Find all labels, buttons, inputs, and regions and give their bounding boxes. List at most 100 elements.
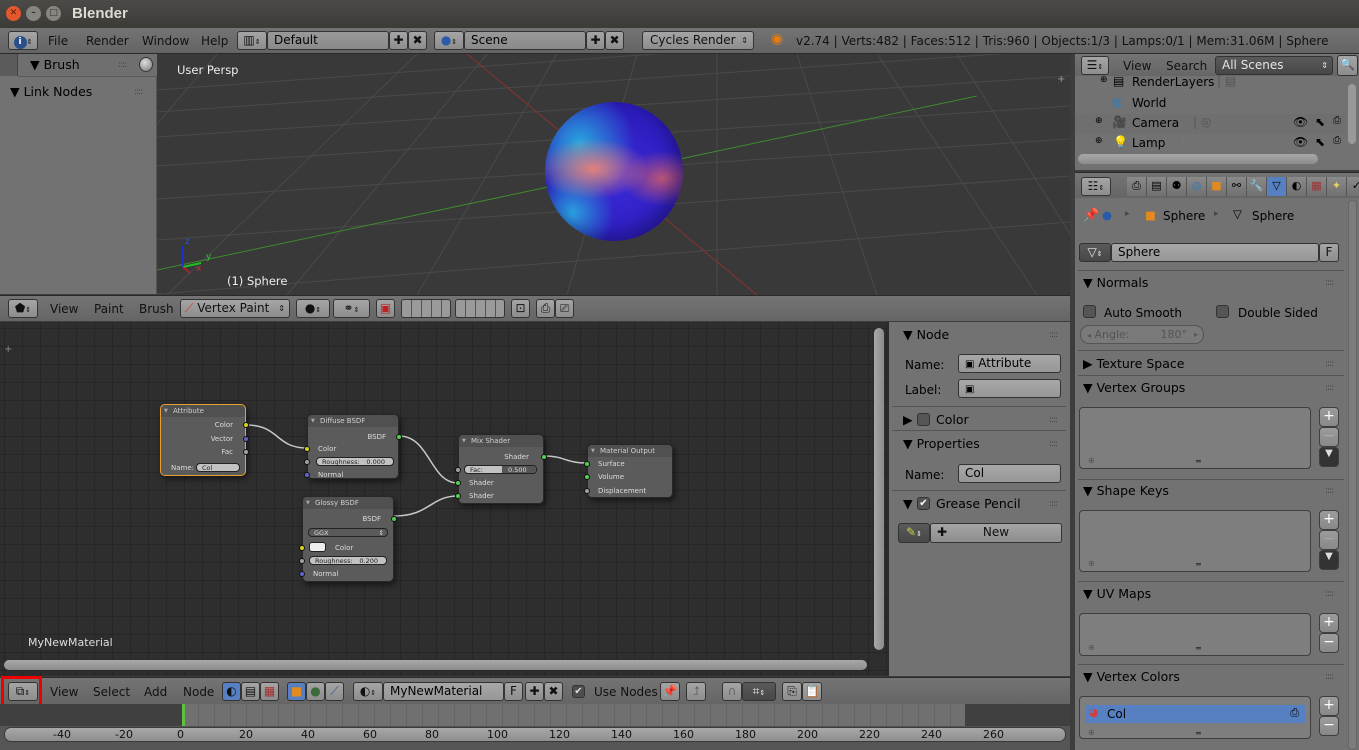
- color-output-socket[interactable]: [243, 422, 249, 428]
- uv-maps-panel-header[interactable]: ▼ UV Maps: [1083, 586, 1151, 601]
- selectable-cursor-icon[interactable]: ⬉: [1315, 135, 1325, 149]
- tab-modifiers[interactable]: 🔧: [1247, 177, 1267, 196]
- vertex-groups-panel-header[interactable]: ▼ Vertex Groups: [1083, 380, 1185, 395]
- compositing-tree-button[interactable]: ▤: [241, 682, 260, 701]
- expand-icon[interactable]: ⊕: [1095, 136, 1103, 146]
- snap-element-dropdown[interactable]: ⌗⇕: [742, 682, 776, 701]
- panel-grip-icon[interactable]: ::::: [1049, 415, 1058, 425]
- fac-field[interactable]: Fac: 0.500: [464, 465, 537, 474]
- list-resize-handle[interactable]: ═: [1196, 457, 1201, 466]
- panel-grip-icon[interactable]: ::::: [1325, 359, 1334, 369]
- screen-layout-field[interactable]: Default: [267, 31, 389, 50]
- fake-user-button[interactable]: F: [504, 682, 523, 701]
- grease-pencil-panel-header[interactable]: ▼: [903, 496, 913, 511]
- color-input-socket[interactable]: [304, 446, 310, 452]
- add-uv-map-button[interactable]: +: [1319, 613, 1339, 633]
- attribute-node[interactable]: Attribute Color Vector Fac Name: Col: [160, 404, 249, 476]
- roughness-field[interactable]: Roughness: 0.200: [309, 556, 387, 565]
- menu-add[interactable]: Add: [144, 685, 167, 699]
- auto-smooth-checkbox[interactable]: [1083, 305, 1096, 318]
- remove-uv-map-button[interactable]: −: [1319, 633, 1339, 653]
- material-name-field[interactable]: MyNewMaterial: [383, 682, 504, 701]
- use-nodes-checkbox[interactable]: ✔: [572, 685, 585, 698]
- fac-input-socket[interactable]: [455, 467, 461, 473]
- add-shape-key-button[interactable]: +: [1319, 510, 1339, 530]
- delete-screen-button[interactable]: ✖: [408, 31, 427, 50]
- normal-input-socket[interactable]: [299, 571, 305, 577]
- menu-select[interactable]: Select: [93, 685, 130, 699]
- vertex-colors-list[interactable]: ◕ Col ⎙ ⊕ ═: [1079, 696, 1311, 739]
- panel-grip-icon[interactable]: ::::: [134, 87, 143, 97]
- scene-field[interactable]: Scene: [464, 31, 586, 50]
- parent-node-tree-button[interactable]: ⮥: [686, 682, 706, 701]
- panel-grip-icon[interactable]: ::::: [1325, 589, 1334, 599]
- node-panel-header[interactable]: ▼ Node: [903, 327, 949, 342]
- outliner-item[interactable]: ◍ World: [1075, 94, 1345, 114]
- roughness-field[interactable]: Roughness: 0.000: [316, 457, 394, 466]
- copy-nodes-button[interactable]: ⎘: [782, 682, 802, 701]
- renderable-camera-icon[interactable]: ⎙: [1333, 135, 1341, 146]
- list-resize-handle[interactable]: ═: [1196, 560, 1201, 569]
- shader-input-socket-2[interactable]: [455, 493, 461, 499]
- fac-output-socket[interactable]: [243, 449, 249, 455]
- snap-toggle[interactable]: ∩: [722, 682, 742, 701]
- menu-file[interactable]: File: [48, 34, 68, 48]
- list-filter-icon[interactable]: ⊕: [1088, 643, 1095, 652]
- texture-tree-button[interactable]: ▦: [260, 682, 279, 701]
- menu-view[interactable]: View: [50, 302, 78, 316]
- shader-output-socket[interactable]: [541, 454, 547, 460]
- color-panel-checkbox[interactable]: [917, 413, 930, 426]
- material-output-node[interactable]: Material Output Surface Volume Displacem…: [584, 444, 673, 498]
- panel-grip-icon[interactable]: ::::: [1325, 383, 1334, 393]
- list-resize-handle[interactable]: ═: [1196, 644, 1201, 653]
- active-render-camera-icon[interactable]: ⎙: [1290, 706, 1299, 720]
- layer-buttons-1[interactable]: [401, 299, 451, 318]
- texture-space-panel-header[interactable]: ▶ Texture Space: [1083, 356, 1184, 371]
- visibility-eye-icon[interactable]: 👁: [1293, 135, 1308, 149]
- renderable-camera-icon[interactable]: ⎙: [1333, 115, 1341, 126]
- attribute-name-field[interactable]: Col: [958, 464, 1061, 483]
- diffuse-node-header[interactable]: Diffuse BSDF: [308, 415, 398, 427]
- tab-render-layers[interactable]: ▤: [1147, 177, 1167, 196]
- brush-panel-header[interactable]: ▼ Brush: [30, 57, 80, 72]
- roughness-input-socket[interactable]: [299, 558, 305, 564]
- horizontal-scrollbar[interactable]: [4, 660, 867, 670]
- close-window-button[interactable]: ✕: [6, 6, 21, 21]
- tab-constraints[interactable]: ⚯: [1227, 177, 1247, 196]
- visibility-eye-icon[interactable]: 👁: [1293, 115, 1308, 129]
- selectable-cursor-icon[interactable]: ⬉: [1315, 115, 1325, 129]
- properties-panel-header[interactable]: ▼ Properties: [903, 436, 980, 451]
- add-screen-button[interactable]: ✚: [389, 31, 408, 50]
- menu-help[interactable]: Help: [201, 34, 228, 48]
- editor-type-button[interactable]: ☷⇕: [1081, 177, 1111, 196]
- displacement-input-socket[interactable]: [584, 488, 590, 494]
- menu-window[interactable]: Window: [142, 34, 189, 48]
- panel-grip-icon[interactable]: ::::: [1049, 330, 1058, 340]
- tab-material[interactable]: ◐: [1287, 177, 1307, 196]
- grease-pencil-checkbox[interactable]: ✔: [917, 497, 930, 510]
- shape-key-specials-button[interactable]: ▼: [1319, 550, 1339, 570]
- add-vertex-group-button[interactable]: +: [1319, 407, 1339, 427]
- remove-vertex-group-button[interactable]: −: [1319, 427, 1339, 447]
- paste-nodes-button[interactable]: 📋: [802, 682, 822, 701]
- screen-layout-selector[interactable]: ▥⇕: [237, 31, 267, 50]
- lock-layers-button[interactable]: ⊡: [511, 299, 530, 318]
- distribution-dropdown[interactable]: GGX ⇕: [308, 528, 388, 537]
- vector-output-socket[interactable]: [243, 436, 249, 442]
- timeline[interactable]: -40 -20 0 20 40 60 80 100 120 140 160 180 200 220 240 2…: [0, 704, 1070, 750]
- normal-input-socket[interactable]: [304, 472, 310, 478]
- shape-keys-list[interactable]: ⊕ ═: [1079, 510, 1311, 572]
- 3d-viewport[interactable]: User Persp (1) Sphere z y x +: [157, 54, 1070, 295]
- new-grease-pencil-button[interactable]: ✚ New: [930, 523, 1062, 543]
- mix-shader-node[interactable]: Mix Shader Shader Fac:0.500 Shader Shade…: [455, 434, 547, 504]
- output-node-header[interactable]: Material Output: [588, 445, 672, 457]
- mesh-name-field[interactable]: Sphere: [1111, 243, 1319, 262]
- uv-maps-list[interactable]: ⊕ ═: [1079, 613, 1311, 656]
- brush-preview-icon[interactable]: [139, 57, 153, 72]
- outliner-horizontal-scrollbar[interactable]: [1078, 154, 1318, 164]
- vertex-groups-list[interactable]: ⊕ ═: [1079, 407, 1311, 469]
- vertex-colors-panel-header[interactable]: ▼ Vertex Colors: [1083, 669, 1180, 684]
- pin-button[interactable]: 📌: [660, 682, 680, 701]
- remove-shape-key-button[interactable]: −: [1319, 530, 1339, 550]
- editor-type-button[interactable]: ⬟⇕: [8, 299, 38, 318]
